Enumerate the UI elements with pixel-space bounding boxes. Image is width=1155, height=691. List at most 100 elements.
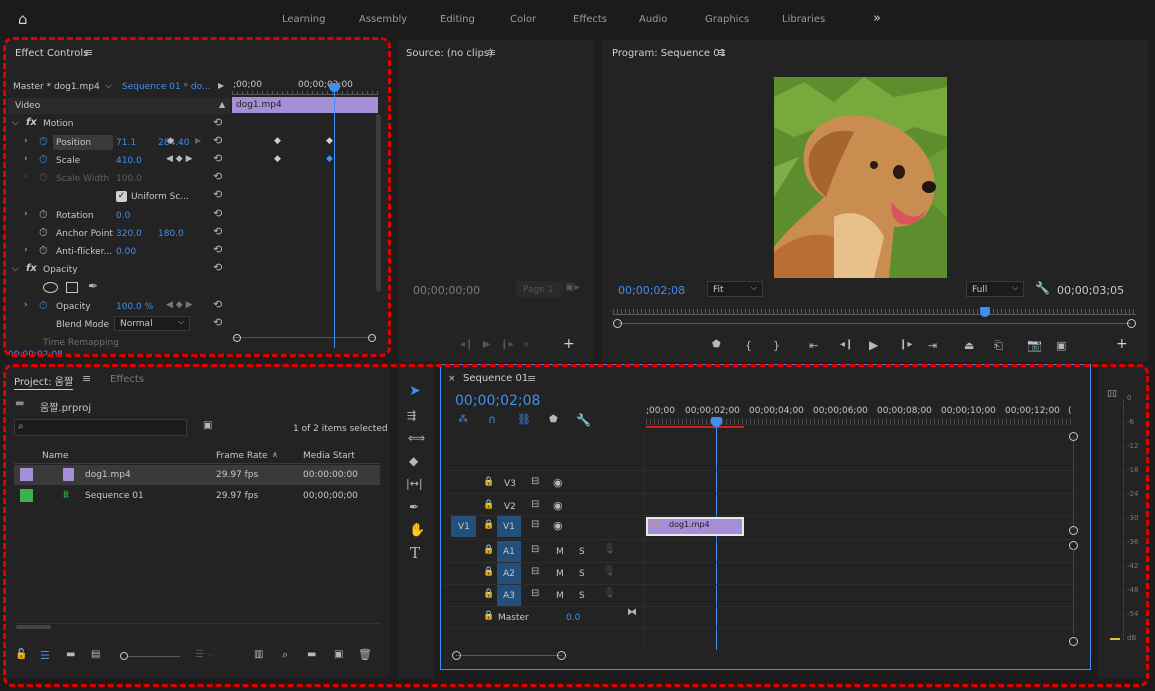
program-scrub-ruler[interactable]: [613, 309, 1136, 315]
effect-controls-title[interactable]: Effect Controls: [15, 48, 88, 59]
extract-icon[interactable]: ⎗: [994, 340, 1003, 351]
project-menu-icon[interactable]: ≡: [82, 373, 91, 384]
lock-track-icon[interactable]: 🔒: [483, 501, 494, 510]
timeline-timecode[interactable]: 00;00;02;08: [455, 393, 540, 409]
mic-icon[interactable]: 🎙: [603, 589, 616, 599]
toggle-output-icon[interactable]: ◉: [553, 477, 563, 488]
meter-solo-icon[interactable]: ▯▯: [1107, 390, 1117, 399]
timeline-hscroll-track[interactable]: [456, 655, 562, 656]
new-item-icon[interactable]: ▣: [334, 650, 343, 660]
lock-icon[interactable]: 🔓: [15, 650, 27, 660]
reset-scale-icon[interactable]: ⟲: [213, 153, 222, 164]
razor-tool-icon[interactable]: ◆: [409, 455, 418, 467]
type-tool-icon[interactable]: T: [410, 546, 420, 561]
sync-lock-icon[interactable]: ⊟: [531, 589, 539, 599]
program-title[interactable]: Program: Sequence 01: [612, 48, 726, 59]
lock-track-icon[interactable]: 🔒: [483, 478, 494, 487]
source-page-nav-icon[interactable]: ▣▸: [565, 283, 579, 293]
new-search-bin-icon[interactable]: ▣: [203, 421, 212, 431]
col-framerate[interactable]: Frame Rate: [216, 451, 268, 461]
wrench-icon[interactable]: 🔧: [1035, 282, 1050, 294]
timeline-vscroll-handle[interactable]: [1069, 432, 1078, 441]
add-marker-icon[interactable]: ⬟: [712, 340, 721, 350]
tab-audio[interactable]: Audio: [639, 14, 667, 25]
program-zoom-bar[interactable]: [618, 323, 1131, 324]
ec-zoom-handle-right[interactable]: [368, 334, 376, 342]
lift-icon[interactable]: ⏏: [964, 340, 974, 351]
anchor-x-value[interactable]: 320.0: [116, 229, 142, 239]
ec-zoom-handle-left[interactable]: [233, 334, 241, 342]
timeline-vscroll-handle[interactable]: [1069, 526, 1078, 535]
chevron-down-icon[interactable]: ⌵: [105, 82, 112, 91]
anchor-y-value[interactable]: 180.0: [158, 229, 184, 239]
antiflicker-stopwatch-icon[interactable]: ⏱: [39, 245, 48, 256]
reset-position-icon[interactable]: ⟲: [213, 135, 222, 146]
lock-track-icon[interactable]: 🔒: [483, 521, 494, 530]
zoom-slider-handle[interactable]: [120, 652, 128, 660]
sequence-clip-link[interactable]: Sequence 01 * do...: [122, 82, 211, 92]
project-scroll-thumb[interactable]: [16, 625, 51, 629]
ec-vertical-scrollbar[interactable]: [376, 114, 381, 292]
timeline-vscroll-handle[interactable]: [1069, 637, 1078, 646]
work-area-bar[interactable]: [646, 426, 744, 428]
tab-graphics[interactable]: Graphics: [705, 14, 749, 25]
solo-button[interactable]: S: [579, 569, 585, 579]
motion-expand-icon[interactable]: ⌵: [12, 119, 19, 128]
reset-blend-icon[interactable]: ⟲: [213, 317, 222, 328]
step-back-icon[interactable]: ◂❙: [840, 340, 853, 350]
tab-learning[interactable]: Learning: [282, 14, 325, 25]
reset-uniform-icon[interactable]: ⟲: [213, 189, 222, 200]
snap-icon[interactable]: ∩: [488, 414, 496, 425]
play-icon[interactable]: ▶: [869, 339, 878, 351]
timeline-settings-icon[interactable]: 🔧: [576, 414, 591, 426]
automate-to-sequence-icon[interactable]: ▥: [254, 650, 263, 660]
source-title[interactable]: Source: (no clips): [406, 48, 493, 59]
effects-tab[interactable]: Effects: [110, 374, 144, 385]
sync-lock-icon[interactable]: ⊟: [531, 545, 539, 555]
anchor-stopwatch-icon[interactable]: ⏱: [39, 227, 48, 238]
scale-stopwatch-icon[interactable]: ⏱: [39, 154, 48, 165]
mark-out-icon[interactable]: }: [773, 340, 780, 351]
hand-tool-icon[interactable]: ✋: [409, 524, 425, 537]
scroll-up-icon[interactable]: ▲: [219, 101, 225, 109]
antiflicker-expand-icon[interactable]: ›: [24, 246, 28, 255]
home-icon[interactable]: ⌂: [18, 12, 28, 27]
timeline-hscroll-handle-left[interactable]: [452, 651, 461, 660]
mic-icon[interactable]: 🎙: [603, 567, 616, 577]
find-icon[interactable]: ⌕: [282, 649, 288, 660]
toggle-output-icon[interactable]: ◉: [553, 520, 563, 531]
freeform-view-icon[interactable]: ▤: [91, 650, 100, 660]
timeline-vscroll-video[interactable]: [1073, 436, 1074, 530]
close-sequence-icon[interactable]: ×: [448, 374, 456, 384]
lock-track-icon[interactable]: 🔒: [483, 546, 494, 555]
mic-icon[interactable]: 🎙: [603, 545, 616, 555]
antiflicker-value[interactable]: 0.00: [116, 247, 136, 257]
scale-expand-icon[interactable]: ›: [24, 155, 28, 164]
source-transport-icons[interactable]: ◂❙ ▶ ❙▸ »: [460, 340, 529, 350]
tab-libraries[interactable]: Libraries: [782, 14, 825, 25]
scale-keyframe-1[interactable]: ◆: [274, 155, 281, 164]
ripple-edit-tool-icon[interactable]: ⟺: [408, 432, 425, 444]
mute-button[interactable]: M: [556, 547, 564, 557]
opacity-stopwatch-icon[interactable]: ⏱: [39, 300, 48, 311]
program-zoom-handle-left[interactable]: [613, 319, 622, 328]
col-mediastart[interactable]: Media Start: [303, 451, 355, 461]
opacity-expand-icon[interactable]: ›: [24, 301, 28, 310]
position-keyframe-1[interactable]: ◆: [274, 137, 281, 146]
position-stopwatch-icon[interactable]: ⏱: [39, 136, 48, 147]
project-search-input[interactable]: [14, 419, 187, 436]
reset-motion-icon[interactable]: ⟲: [213, 117, 222, 128]
step-forward-icon[interactable]: ❙▸: [899, 340, 912, 350]
pen-mask-icon[interactable]: ✒: [88, 280, 98, 292]
zoom-slider-track[interactable]: [128, 656, 180, 657]
reset-anchor-icon[interactable]: ⟲: [213, 226, 222, 237]
master-volume-value[interactable]: 0.0: [566, 613, 580, 623]
sync-lock-icon[interactable]: ⊟: [531, 477, 539, 487]
scale-keyframe-nav-icon[interactable]: ◀ ◆ ▶: [166, 155, 193, 164]
timeline-vscroll-audio[interactable]: [1073, 549, 1074, 635]
tab-editing[interactable]: Editing: [440, 14, 475, 25]
export-frame-icon[interactable]: 📷: [1027, 339, 1042, 351]
source-menu-icon[interactable]: ≡: [487, 47, 496, 58]
reset-scale-width-icon[interactable]: ⟲: [213, 171, 222, 182]
go-to-out-point-icon[interactable]: ⧓: [627, 608, 637, 618]
